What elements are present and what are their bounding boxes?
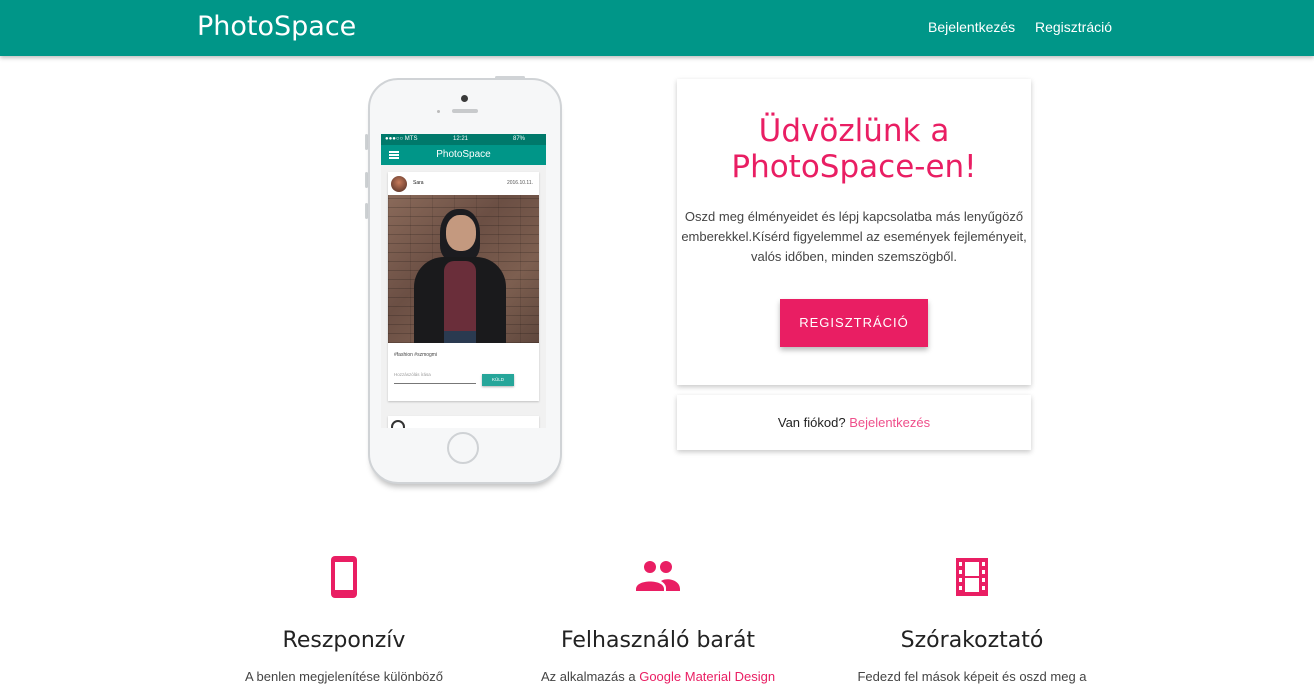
post-send-button: KÜLD	[482, 374, 514, 386]
phone-camera	[461, 95, 468, 102]
status-time: 12:21	[453, 136, 469, 142]
welcome-title-line1: Üdvözlünk a	[758, 113, 950, 149]
account-card: Van fiókod? Bejelentkezés	[677, 395, 1031, 450]
brand-logo[interactable]: PhotoSpace	[197, 11, 356, 42]
smartphone-icon	[194, 555, 494, 599]
post-photo	[388, 195, 539, 343]
feature-title-responsive: Reszponzív	[282, 628, 406, 653]
welcome-card: Üdvözlünk a PhotoSpace-en! Oszd meg élmé…	[677, 79, 1031, 385]
phone-post-card: Sara 2016.10.11. #fashion #szmogmi Hozzá…	[388, 172, 539, 401]
post-comment-placeholder: Hozzászólás írása	[394, 372, 431, 377]
nav-login-link[interactable]: Bejelentkezés	[928, 19, 1015, 35]
film-icon	[822, 555, 1122, 599]
welcome-title-line2: PhotoSpace-en!	[731, 149, 977, 185]
feature-entertaining: Szórakoztató Fedezd fel mások képeit és …	[822, 555, 1122, 684]
navbar: PhotoSpace Bejelentkezés Regisztráció	[0, 0, 1314, 56]
photo-person-shirt	[444, 261, 476, 331]
nav-register-link[interactable]: Regisztráció	[1035, 19, 1112, 35]
phone-screen: ●●●○○ MTS 12:21 87% PhotoSpace Sara 2016…	[381, 134, 546, 428]
account-line: Van fiókod? Bejelentkezés	[677, 415, 1031, 430]
post-date: 2016.10.11.	[506, 180, 533, 186]
people-icon	[508, 555, 808, 599]
status-carrier: ●●●○○ MTS	[385, 136, 418, 142]
phone-speaker	[452, 109, 478, 113]
feature-responsive: Reszponzív A benlen megjelenítése különb…	[194, 555, 494, 684]
phone-home-button	[447, 432, 479, 464]
feature-title-user-friendly: Felhasználó barát	[560, 628, 756, 653]
post-username: Sara	[413, 180, 424, 186]
welcome-title: Üdvözlünk a PhotoSpace-en!	[677, 113, 1031, 185]
post-tags: #fashion #szmogmi	[394, 352, 438, 358]
next-post-avatar	[391, 420, 405, 428]
photo-person-head	[446, 215, 476, 251]
phone-sensor	[437, 110, 440, 113]
login-link[interactable]: Bejelentkezés	[849, 415, 930, 430]
photo-person-legs	[444, 331, 476, 343]
phone-next-post-card	[388, 416, 539, 428]
register-button[interactable]: REGISZTRÁCIÓ	[780, 299, 928, 347]
phone-status-bar: ●●●○○ MTS 12:21 87%	[381, 134, 546, 145]
phone-app-bar: PhotoSpace	[381, 145, 546, 165]
post-avatar	[391, 176, 407, 192]
feature-user-friendly: Felhasználó barát Az alkalmazás a Google…	[508, 555, 808, 684]
phone-app-title: PhotoSpace	[436, 149, 491, 160]
feature-title-entertaining: Szórakoztató	[900, 628, 1044, 653]
status-battery: 87%	[513, 136, 526, 142]
phone-mockup: ●●●○○ MTS 12:21 87% PhotoSpace Sara 2016…	[368, 78, 562, 484]
post-comment-underline	[394, 383, 476, 384]
account-question: Van fiókod?	[777, 415, 846, 430]
welcome-text: Oszd meg élményeidet és lépj kapcsolatba…	[681, 209, 1027, 264]
